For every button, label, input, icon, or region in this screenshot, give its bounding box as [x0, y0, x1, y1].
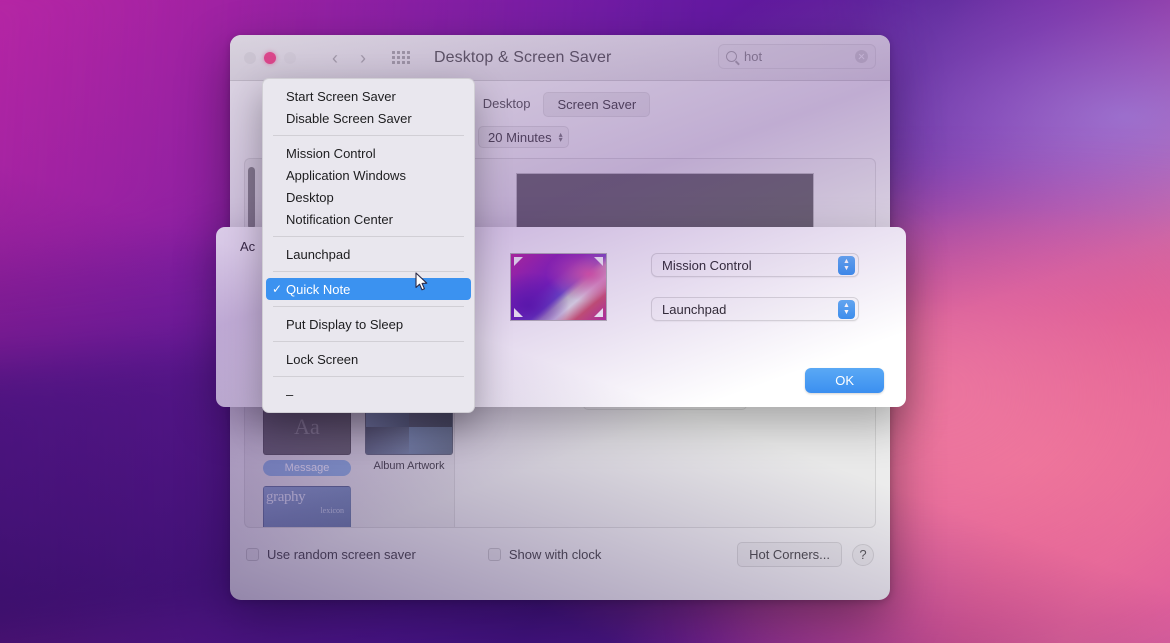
zoom-button-icon[interactable] [284, 51, 296, 64]
screen-saver-grid: Aa Message Album Artwork graphy lexicon [263, 399, 453, 527]
corner-indicator-top-left-icon[interactable] [514, 257, 523, 266]
corner-indicator-bottom-right-icon[interactable] [594, 308, 603, 317]
corner-indicator-top-right-icon[interactable] [594, 257, 603, 266]
close-button-icon[interactable] [244, 51, 256, 64]
tab-desktop[interactable]: Desktop [470, 92, 544, 117]
hot-corner-select-group: Mission Control ▲ ▼ Launchpad ▲ ▼ [651, 253, 859, 321]
traffic-lights [244, 51, 296, 64]
menu-item-label: Launchpad [286, 246, 351, 262]
menu-separator [273, 306, 464, 307]
show-with-clock-label: Show with clock [508, 547, 602, 562]
desktop-preview-thumbnail [510, 253, 607, 321]
chevron-updown-icon[interactable]: ▲ ▼ [838, 299, 855, 319]
menu-item-put-display-to-sleep[interactable]: Put Display to Sleep [263, 313, 474, 335]
menu-separator [273, 376, 464, 377]
start-after-value: 20 Minutes [488, 129, 552, 145]
menu-separator [273, 271, 464, 272]
show-with-clock-checkbox[interactable]: Show with clock [487, 547, 602, 562]
menu-item-mission-control[interactable]: Mission Control [263, 142, 474, 164]
word-of-the-day-thumbnail[interactable]: graphy lexicon [263, 486, 351, 527]
search-icon [726, 51, 737, 62]
checkmark-icon: ✓ [272, 282, 283, 296]
chevron-updown-icon: ▴ ▾ [558, 130, 563, 144]
screen-saver-label-album: Album Artwork [373, 460, 445, 472]
menu-separator [273, 341, 464, 342]
active-screen-corners-label: Ac [240, 239, 256, 254]
list-item[interactable]: graphy lexicon Word of the Day [263, 486, 351, 527]
word-thumb-line2: lexicon [320, 506, 344, 515]
menu-item-label: Mission Control [286, 145, 376, 161]
tab-screen-saver[interactable]: Screen Saver [543, 92, 651, 117]
menu-item-none[interactable]: – [263, 383, 474, 405]
checkbox-icon[interactable] [246, 548, 259, 561]
menu-separator [273, 135, 464, 136]
menu-item-label: Quick Note [286, 281, 351, 297]
hot-corner-select-top-right[interactable]: Mission Control ▲ ▼ [651, 253, 859, 277]
search-field[interactable]: hot [718, 44, 876, 69]
menu-item-label: Lock Screen [286, 351, 359, 367]
help-button[interactable]: ? [852, 543, 874, 566]
hot-corner-value-bottom-right: Launchpad [662, 301, 727, 317]
corner-indicator-bottom-left-icon[interactable] [514, 308, 523, 317]
checkbox-icon[interactable] [487, 548, 501, 561]
menu-item-label: Desktop [286, 189, 334, 205]
use-random-screen-saver-checkbox[interactable]: Use random screen saver [246, 547, 416, 562]
word-thumb-line1: graphy [266, 489, 306, 505]
menu-item-label: Start Screen Saver [286, 88, 396, 104]
hot-corner-value-top-right: Mission Control [662, 257, 752, 273]
clear-icon[interactable] [855, 50, 868, 63]
menu-item-application-windows[interactable]: Application Windows [263, 164, 474, 186]
window-titlebar: ‹ › Desktop & Screen Saver hot [230, 35, 890, 81]
show-all-grid-icon[interactable] [392, 51, 410, 64]
menu-item-disable-screen-saver[interactable]: Disable Screen Saver [263, 107, 474, 129]
menu-item-launchpad[interactable]: Launchpad [263, 243, 474, 265]
use-random-label: Use random screen saver [267, 547, 416, 562]
menu-item-label: Put Display to Sleep [286, 316, 404, 332]
navigation-buttons: ‹ › [332, 49, 366, 67]
chevron-updown-icon[interactable]: ▲ ▼ [838, 255, 855, 275]
menu-separator [273, 236, 464, 237]
ok-button[interactable]: OK [805, 368, 884, 393]
window-bottom-bar: Use random screen saver Show with clock … [230, 528, 890, 567]
hot-corner-action-menu: Start Screen Saver Disable Screen Saver … [262, 78, 475, 413]
hot-corners-button[interactable]: Hot Corners... [737, 542, 842, 567]
hot-corners-footer: OK [805, 368, 884, 393]
message-glyph: Aa [294, 414, 320, 439]
menu-item-quick-note[interactable]: ✓ Quick Note [266, 278, 471, 300]
search-input[interactable]: hot [744, 49, 855, 64]
minimize-button-icon[interactable] [264, 51, 276, 64]
menu-item-notification-center[interactable]: Notification Center [263, 208, 474, 230]
page-title: Desktop & Screen Saver [434, 48, 612, 66]
list-scrollbar[interactable] [248, 167, 255, 229]
hot-corner-select-bottom-right[interactable]: Launchpad ▲ ▼ [651, 297, 859, 321]
menu-item-start-screen-saver[interactable]: Start Screen Saver [263, 85, 474, 107]
start-after-dropdown[interactable]: 20 Minutes ▴ ▾ [478, 126, 569, 148]
menu-item-label: Application Windows [286, 167, 406, 183]
desktop-wallpaper: ‹ › Desktop & Screen Saver hot Desktop S… [0, 0, 1170, 643]
menu-item-lock-screen[interactable]: Lock Screen [263, 348, 474, 370]
menu-item-desktop[interactable]: Desktop [263, 186, 474, 208]
menu-item-label: Disable Screen Saver [286, 110, 412, 126]
forward-button-icon[interactable]: › [360, 49, 366, 67]
menu-item-label: – [286, 386, 294, 402]
screen-saver-label-message: Message [263, 460, 351, 476]
menu-item-label: Notification Center [286, 211, 393, 227]
back-button-icon[interactable]: ‹ [332, 49, 338, 67]
